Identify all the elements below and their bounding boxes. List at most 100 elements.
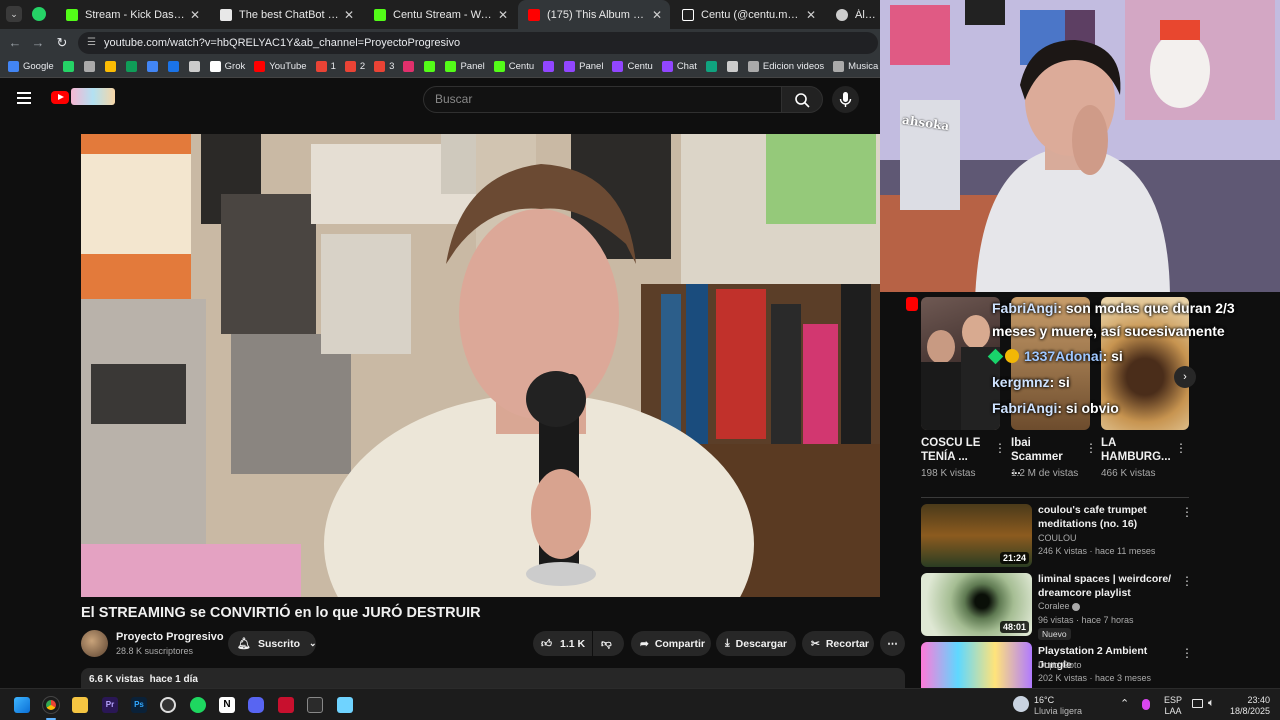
rec-3-more-icon[interactable]: ⋮: [1181, 646, 1193, 660]
address-bar[interactable]: ☰ youtube.com/watch?v=hbQRELYAC1Y&ab_cha…: [78, 32, 878, 54]
short-1-more-icon[interactable]: ⋮: [994, 441, 1006, 455]
voice-search-button[interactable]: [832, 86, 859, 113]
channel-name[interactable]: Proyecto Progresivo: [116, 631, 224, 643]
chevron-up-icon[interactable]: ⌃: [1120, 699, 1129, 710]
close-tab-icon[interactable]: ✕: [804, 8, 818, 22]
more-actions-button[interactable]: ⋯: [880, 631, 905, 656]
bookmark-19[interactable]: Centu: [612, 61, 653, 72]
bookmark-16[interactable]: Centu: [493, 61, 534, 72]
weather-temp[interactable]: 16°C: [1034, 695, 1054, 706]
youtube-logo[interactable]: [51, 91, 69, 104]
tab-tiktok[interactable]: Centu (@centu.mati) | TikTok ✕: [672, 0, 824, 29]
short-3-more-icon[interactable]: ⋮: [1175, 441, 1187, 455]
bookmark-10[interactable]: 1: [315, 61, 336, 72]
shorts-next-arrow[interactable]: ›: [1174, 366, 1196, 388]
description-box[interactable]: 6.6 K vistas hace 1 día: [81, 668, 905, 690]
share-button[interactable]: ➦ Compartir: [631, 631, 711, 656]
close-tab-icon[interactable]: ✕: [188, 8, 202, 22]
channel-avatar[interactable]: [81, 630, 108, 657]
volume-icon[interactable]: 🔈︎: [1208, 698, 1215, 709]
spotify-icon[interactable]: [190, 697, 206, 713]
forward-arrow-icon[interactable]: →: [30, 35, 46, 51]
rec-1-more-icon[interactable]: ⋮: [1181, 505, 1193, 519]
weather-icon[interactable]: [1013, 696, 1029, 712]
search-input[interactable]: Buscar: [423, 86, 782, 113]
rec-thumb-2[interactable]: 48:01: [921, 573, 1032, 636]
rec-channel-3[interactable]: Dopo Goto: [1038, 660, 1082, 670]
back-arrow-icon[interactable]: ←: [7, 35, 23, 51]
reload-icon[interactable]: ↻: [54, 35, 70, 51]
app-icon[interactable]: [278, 697, 294, 713]
bookmark-4[interactable]: [125, 61, 141, 72]
bookmark-7[interactable]: [188, 61, 204, 72]
bookmark-11[interactable]: 2: [344, 61, 365, 72]
file-explorer-icon[interactable]: [72, 697, 88, 713]
menu-icon[interactable]: [17, 92, 31, 104]
rec-thumb-3[interactable]: [921, 642, 1032, 688]
notion-icon[interactable]: N: [219, 697, 235, 713]
short-title-3[interactable]: LA HAMBURG...: [1101, 436, 1171, 464]
rec-thumb-1[interactable]: 21:24: [921, 504, 1032, 567]
close-tab-icon[interactable]: ✕: [650, 8, 664, 22]
notepad-icon[interactable]: [337, 697, 353, 713]
bookmark-22[interactable]: [726, 61, 742, 72]
bookmark-20[interactable]: Chat: [661, 61, 697, 72]
download-button[interactable]: ⤓ Descargar: [716, 631, 796, 656]
whatsapp-pinned-tab[interactable]: [32, 7, 46, 21]
bookmark-15[interactable]: Panel: [445, 61, 485, 72]
bookmark-23[interactable]: Edicion videos: [747, 61, 824, 72]
rec-2-more-icon[interactable]: ⋮: [1181, 574, 1193, 588]
site-info-icon[interactable]: ☰: [87, 32, 96, 54]
rec-channel-1[interactable]: COULOU: [1038, 533, 1077, 543]
bookmark-1[interactable]: [62, 61, 78, 72]
bookmark-6[interactable]: [167, 61, 183, 72]
bookmark-21[interactable]: [705, 61, 721, 72]
like-button[interactable]: 👍︎ 1.1 K: [533, 631, 592, 656]
tab-search-button[interactable]: ⌄: [6, 6, 22, 22]
clock[interactable]: 23:40 18/8/2025: [1226, 695, 1270, 717]
bookmark-18[interactable]: Panel: [564, 61, 603, 72]
bookmark-9[interactable]: YouTube: [254, 61, 307, 72]
discord-icon[interactable]: [248, 697, 264, 713]
tab-youtube-album[interactable]: (175) This Album Has 200 SO ✕: [518, 0, 670, 29]
dislike-button[interactable]: 👎︎: [593, 631, 624, 656]
bookmark-14[interactable]: [424, 61, 439, 72]
rec-channel-2[interactable]: Coralee: [1038, 601, 1081, 611]
bookmark-2[interactable]: [83, 61, 99, 72]
youtube-doodle-logo[interactable]: [71, 88, 115, 105]
short-title-1[interactable]: COSCU LE TENÍA ...: [921, 436, 983, 464]
short-thumb-1[interactable]: [921, 297, 1000, 430]
bookmark-17[interactable]: [543, 61, 558, 72]
bookmark-24[interactable]: Musica: [833, 61, 878, 72]
close-tab-icon[interactable]: ✕: [496, 8, 510, 22]
microphone-tray-icon[interactable]: [1142, 699, 1150, 710]
tab-chatbot[interactable]: The best ChatBot and Widget ✕: [210, 0, 362, 29]
chrome-icon[interactable]: [42, 696, 60, 714]
bookmark-8[interactable]: Grok: [209, 61, 245, 72]
clip-button[interactable]: ✂ Recortar: [802, 631, 874, 656]
photoshop-icon[interactable]: Ps: [131, 697, 147, 713]
video-player[interactable]: [81, 134, 905, 597]
search-button[interactable]: [781, 86, 823, 113]
subscribe-button[interactable]: 🔔︎ Suscrito ⌄: [228, 631, 317, 656]
windows-start-icon[interactable]: [14, 697, 30, 713]
tab-album[interactable]: Álbum c: [826, 0, 880, 29]
app-icon[interactable]: [307, 697, 323, 713]
bookmark-3[interactable]: [104, 61, 120, 72]
weather-desc[interactable]: Lluvia ligera: [1034, 706, 1082, 717]
rec-title-2[interactable]: liminal spaces | weirdcore/ dreamcore pl…: [1038, 573, 1178, 600]
close-tab-icon[interactable]: ✕: [342, 8, 356, 22]
premiere-icon[interactable]: Pr: [102, 697, 118, 713]
obs-icon[interactable]: [160, 697, 176, 713]
language-indicator[interactable]: ESP LAA: [1162, 695, 1184, 717]
rec-title-1[interactable]: coulou's cafe trumpet meditations (no. 1…: [1038, 504, 1178, 531]
tab-centu-stream[interactable]: Centu Stream - Watch Live on ✕: [364, 0, 516, 29]
bookmark-12[interactable]: 3: [374, 61, 394, 72]
bookmark-0[interactable]: Google: [8, 61, 54, 72]
duration-badge: 21:24: [999, 552, 1029, 564]
short-2-more-icon[interactable]: ⋮: [1085, 441, 1097, 455]
bookmark-13[interactable]: [403, 61, 418, 72]
tab-kick-dashboard[interactable]: Stream - Kick Dashboard ✕: [56, 0, 208, 29]
bookmark-5[interactable]: [146, 61, 162, 72]
network-icon[interactable]: [1192, 699, 1203, 708]
